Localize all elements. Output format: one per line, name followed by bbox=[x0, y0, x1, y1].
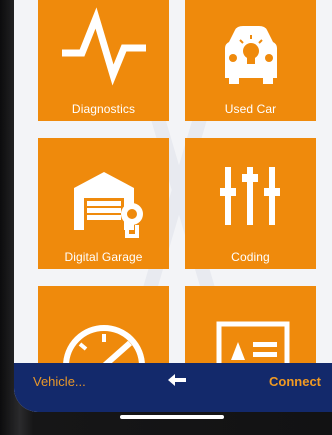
vehicle-button[interactable]: Vehicle... bbox=[33, 374, 86, 389]
app-screen: Diagnostics Used Car Digital Garage Codi… bbox=[14, 0, 332, 412]
tile-label: Used Car bbox=[224, 102, 277, 116]
tile-label: Coding bbox=[231, 250, 270, 264]
connect-button[interactable]: Connect bbox=[269, 374, 321, 389]
tile-used-car[interactable]: Used Car bbox=[185, 0, 316, 121]
phone-frame: Diagnostics Used Car Digital Garage Codi… bbox=[0, 0, 332, 435]
tile-label: Diagnostics bbox=[71, 102, 136, 116]
arrow-left-icon[interactable] bbox=[167, 373, 187, 387]
bottom-navigation-bar: Vehicle... Connect bbox=[14, 363, 332, 412]
tile-diagnostics[interactable]: Diagnostics bbox=[38, 0, 169, 121]
tile-label: Digital Garage bbox=[64, 250, 143, 264]
tile-coding[interactable]: Coding bbox=[185, 138, 316, 269]
home-indicator-bar[interactable] bbox=[120, 415, 224, 419]
tile-digital-garage[interactable]: Digital Garage bbox=[38, 138, 169, 269]
